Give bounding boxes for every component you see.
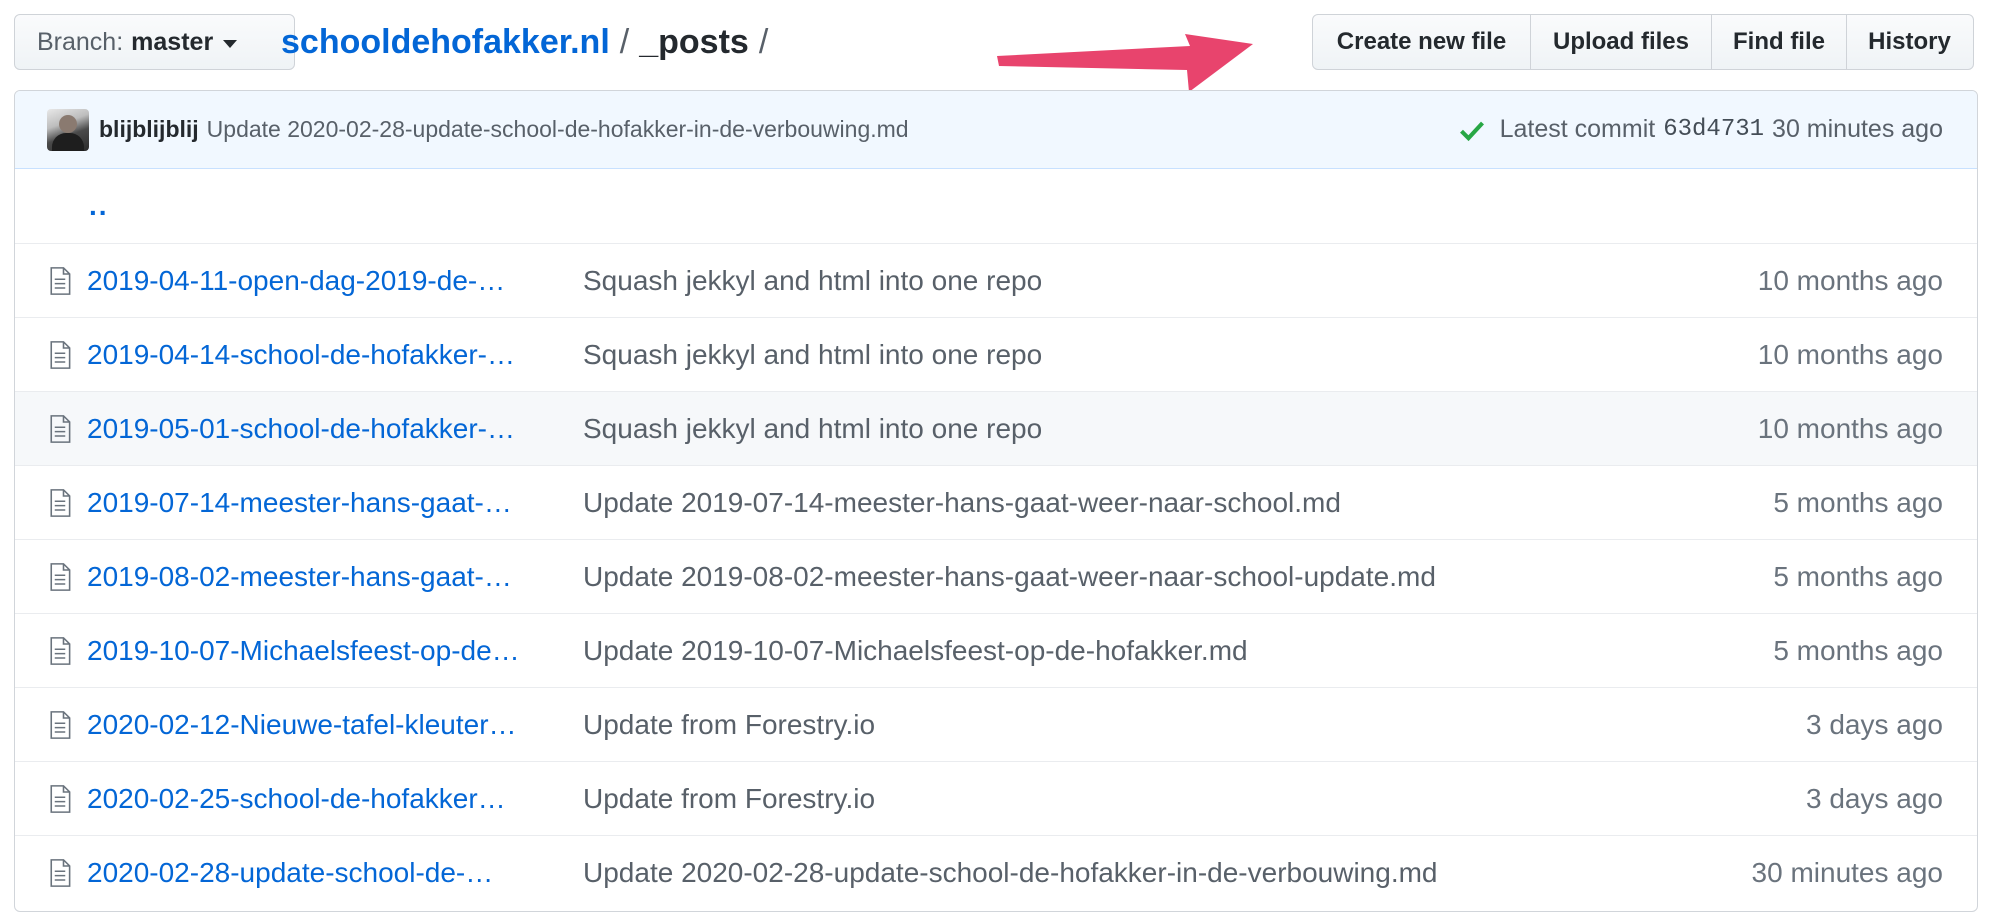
commit-sha[interactable]: 63d4731 (1663, 116, 1764, 143)
table-row: 2019-10-07-Michaelsfeest-op-de… Update 2… (15, 613, 1977, 687)
file-name-link[interactable]: 2020-02-25-school-de-hofakker… (87, 783, 555, 815)
file-list: blijblijblij Update 2020-02-28-update-sc… (14, 90, 1978, 912)
branch-value: master (131, 27, 214, 56)
table-row: 2020-02-12-Nieuwe-tafel-kleuter… Update … (15, 687, 1977, 761)
table-row: 2019-08-02-meester-hans-gaat-… Update 20… (15, 539, 1977, 613)
history-button[interactable]: History (1845, 14, 1974, 70)
file-name-link[interactable]: 2020-02-28-update-school-de-… (87, 857, 555, 889)
file-age: 10 months ago (1757, 338, 1943, 370)
file-name-link[interactable]: 2019-10-07-Michaelsfeest-op-de… (87, 635, 555, 667)
file-icon (50, 858, 71, 887)
file-age: 5 months ago (1773, 634, 1943, 666)
file-icon (50, 340, 71, 369)
file-commit-message[interactable]: Update from Forestry.io (583, 783, 875, 815)
file-icon (50, 488, 71, 517)
table-row: 2020-02-28-update-school-de-… Update 202… (15, 835, 1977, 909)
parent-directory-link[interactable]: .. (89, 190, 109, 222)
file-age: 30 minutes ago (1751, 856, 1943, 888)
file-age: 10 months ago (1757, 412, 1943, 444)
file-age: 3 days ago (1806, 782, 1943, 814)
breadcrumb-separator: / (619, 22, 630, 61)
annotation-arrow-icon (997, 34, 1253, 92)
file-icon (50, 710, 71, 739)
parent-directory-row: .. (15, 169, 1977, 243)
breadcrumb: schooldehofakker.nl / _posts / (281, 18, 778, 66)
breadcrumb-trailing-separator: / (758, 22, 769, 61)
latest-commit-info: Latest commit 63d4731 30 minutes ago (1458, 115, 1943, 144)
file-name-link[interactable]: 2019-04-11-open-dag-2019-de-… (87, 265, 555, 297)
file-commit-message[interactable]: Update from Forestry.io (583, 709, 875, 741)
file-name-link[interactable]: 2019-05-01-school-de-hofakker-… (87, 413, 555, 445)
upload-files-button[interactable]: Upload files (1529, 14, 1713, 70)
file-name-link[interactable]: 2019-08-02-meester-hans-gaat-… (87, 561, 555, 593)
branch-selector[interactable]: Branch: master (14, 14, 295, 70)
file-commit-message[interactable]: Update 2019-10-07-Michaelsfeest-op-de-ho… (583, 635, 1248, 667)
commit-time: 30 minutes ago (1772, 115, 1943, 143)
breadcrumb-repo-link[interactable]: schooldehofakker.nl (281, 23, 610, 62)
file-age: 10 months ago (1757, 264, 1943, 296)
file-commit-message[interactable]: Update 2019-07-14-meester-hans-gaat-weer… (583, 487, 1341, 519)
table-row: 2019-07-14-meester-hans-gaat-… Update 20… (15, 465, 1977, 539)
file-age: 5 months ago (1773, 560, 1943, 592)
file-commit-message[interactable]: Squash jekkyl and html into one repo (583, 413, 1042, 445)
table-row: 2019-04-11-open-dag-2019-de-… Squash jek… (15, 243, 1977, 317)
latest-commit-label: Latest commit (1499, 115, 1656, 143)
file-age: 5 months ago (1773, 486, 1943, 518)
table-row: 2019-04-14-school-de-hofakker-… Squash j… (15, 317, 1977, 391)
file-name-link[interactable]: 2019-07-14-meester-hans-gaat-… (87, 487, 555, 519)
latest-commit-bar: blijblijblij Update 2020-02-28-update-sc… (15, 91, 1977, 169)
file-rows: 2019-04-11-open-dag-2019-de-… Squash jek… (15, 243, 1977, 909)
file-icon (50, 414, 71, 443)
commit-author[interactable]: blijblijblij (99, 116, 199, 143)
file-icon (50, 562, 71, 591)
file-commit-message[interactable]: Squash jekkyl and html into one repo (583, 339, 1042, 371)
commit-message[interactable]: Update 2020-02-28-update-school-de-hofak… (207, 116, 909, 143)
table-row: 2020-02-25-school-de-hofakker… Update fr… (15, 761, 1977, 835)
branch-label: Branch: (37, 27, 124, 56)
file-name-link[interactable]: 2020-02-12-Nieuwe-tafel-kleuter… (87, 709, 555, 741)
avatar[interactable] (47, 108, 89, 151)
breadcrumb-current-dir: _posts (639, 22, 749, 61)
create-new-file-button[interactable]: Create new file (1312, 14, 1531, 70)
file-icon (50, 266, 71, 295)
file-name-link[interactable]: 2019-04-14-school-de-hofakker-… (87, 339, 555, 371)
file-commit-message[interactable]: Update 2019-08-02-meester-hans-gaat-weer… (583, 561, 1436, 593)
file-icon (50, 636, 71, 665)
file-actions: Create new file Upload files Find file H… (1312, 14, 1974, 70)
caret-down-icon (223, 39, 238, 48)
file-age: 3 days ago (1806, 708, 1943, 740)
table-row: 2019-05-01-school-de-hofakker-… Squash j… (15, 391, 1977, 465)
file-icon (50, 784, 71, 813)
find-file-button[interactable]: Find file (1711, 14, 1847, 70)
check-icon (1459, 121, 1484, 141)
file-commit-message[interactable]: Update 2020-02-28-update-school-de-hofak… (583, 857, 1438, 889)
file-commit-message[interactable]: Squash jekkyl and html into one repo (583, 265, 1042, 297)
